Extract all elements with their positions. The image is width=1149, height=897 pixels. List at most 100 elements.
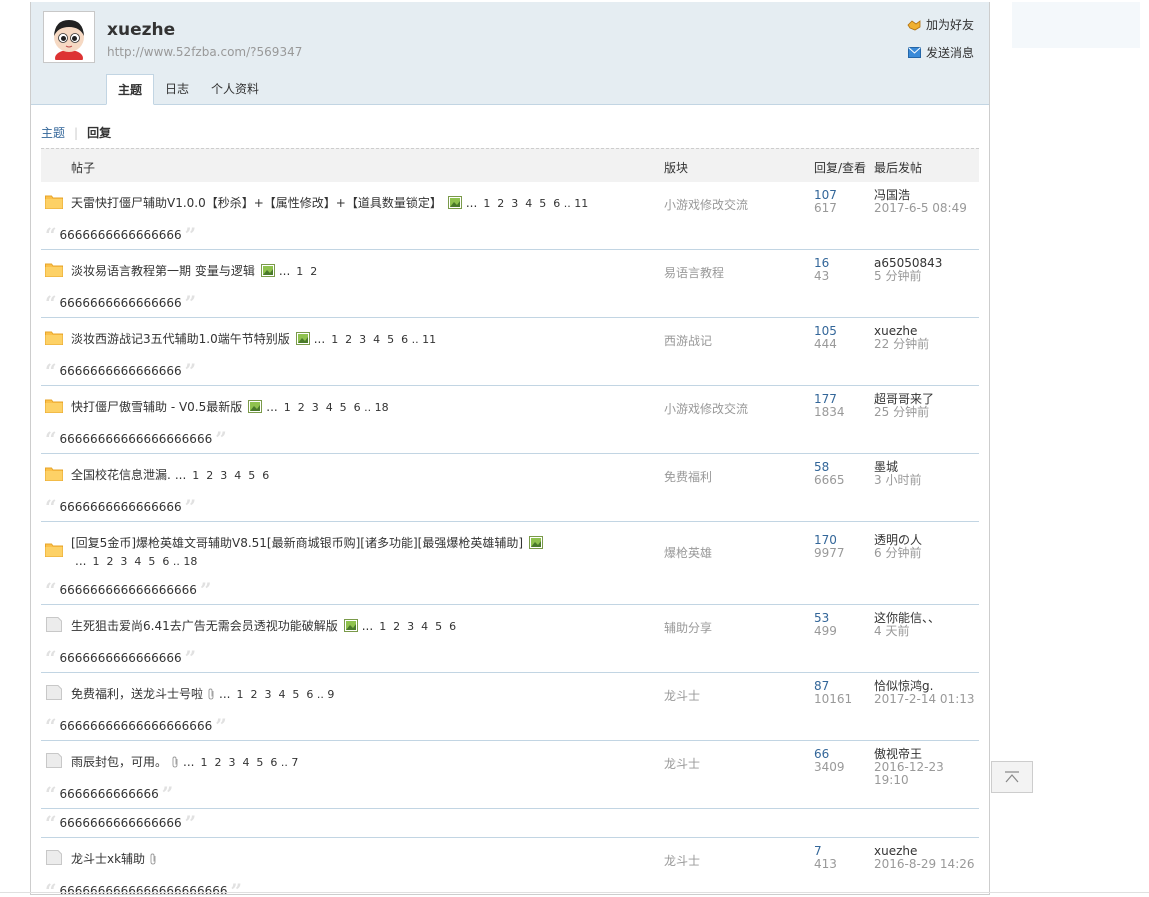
- last-post-time[interactable]: 2016-8-29 14:26: [874, 858, 975, 871]
- reply-view-stats: 170 9977: [814, 534, 845, 560]
- quote-close-icon: ”: [184, 223, 197, 247]
- forum-link[interactable]: 小游戏修改交流: [664, 196, 748, 213]
- last-post: 冯国浩 2017-6-5 08:49: [874, 189, 967, 215]
- thread-main: [回复5金币]爆枪英雄文哥辅助V8.51[最新商城银币购][诸多功能][最强爆枪…: [41, 522, 979, 579]
- last-post-time[interactable]: 22 分钟前: [874, 338, 929, 351]
- last-post-time[interactable]: 3 小时前: [874, 474, 921, 487]
- thread-main: 淡妆西游战记3五代辅助1.0端午节特别版... 1 2 3 4 5 6 .. 11…: [41, 318, 979, 360]
- reply-quote: “66666666666666666666”: [41, 715, 979, 740]
- reply-quote-text[interactable]: 6666666666666666: [60, 500, 182, 514]
- last-post-time[interactable]: 6 分钟前: [874, 547, 922, 560]
- reply-quote-text[interactable]: 666666666666666666: [60, 583, 197, 597]
- last-post-time[interactable]: 2017-6-5 08:49: [874, 202, 967, 215]
- page-links[interactable]: 1 2 3 4 5 6 .. 18: [92, 555, 197, 568]
- reply-quote: “6666666666666666”: [41, 808, 979, 837]
- reply-quote-text[interactable]: 6666666666666666: [60, 816, 182, 830]
- page-links[interactable]: 1 2 3 4 5 6 .. 18: [284, 401, 389, 414]
- thread-title-cell: 生死狙击爱尚6.41去广告无需会员透视功能破解版... 1 2 3 4 5 6: [71, 618, 651, 636]
- thread-title-link[interactable]: 龙斗士xk辅助: [71, 852, 145, 866]
- bottom-divider: [0, 892, 1149, 893]
- thread-title-cell: 天雷快打僵尸辅助V1.0.0【秒杀】+【属性修改】+【道具数量锁定】... 1 2…: [71, 195, 651, 213]
- reply-quote-text[interactable]: 6666666666666: [60, 787, 159, 801]
- add-friend-button[interactable]: 加为好友: [907, 16, 974, 33]
- back-to-top-button[interactable]: [991, 761, 1033, 793]
- thread-title-link[interactable]: 全国校花信息泄漏.: [71, 468, 171, 482]
- thread-title-link[interactable]: [回复5金币]爆枪英雄文哥辅助V8.51[最新商城银币购][诸多功能][最强爆枪…: [71, 536, 523, 550]
- page-links[interactable]: 1 2 3 4 5 6 .. 11: [483, 197, 588, 210]
- tab-topics[interactable]: 主题: [106, 74, 155, 105]
- paperclip-icon: [149, 853, 157, 869]
- thread-title-link[interactable]: 天雷快打僵尸辅助V1.0.0【秒杀】+【属性修改】+【道具数量锁定】: [71, 196, 442, 210]
- reply-view-stats: 7 413: [814, 845, 837, 871]
- last-post: 这你能信、、 4 天前: [874, 612, 940, 638]
- page-ellipsis: ...: [465, 196, 478, 210]
- forum-link[interactable]: 易语言教程: [664, 264, 724, 281]
- last-post-time[interactable]: 4 天前: [874, 625, 940, 638]
- forum-link[interactable]: 龙斗士: [664, 755, 700, 772]
- thread-title-link[interactable]: 淡妆易语言教程第一期 变量与逻辑: [71, 264, 255, 278]
- page-ellipsis: ...: [278, 264, 291, 278]
- forum-link[interactable]: 西游战记: [664, 332, 712, 349]
- user-url[interactable]: http://www.52fzba.com/?569347: [107, 45, 302, 59]
- view-count: 499: [814, 624, 837, 638]
- profile-tabs: 主题 日志 个人资料: [106, 74, 270, 105]
- profile-header: xuezhe http://www.52fzba.com/?569347 加为好…: [31, 2, 989, 105]
- thread-title-cell: [回复5金币]爆枪英雄文哥辅助V8.51[最新商城银币购][诸多功能][最强爆枪…: [71, 535, 651, 570]
- quote-open-icon: “: [45, 578, 57, 602]
- blurred-corner: [1012, 2, 1140, 48]
- page-links[interactable]: 1 2 3 4 5 6: [379, 620, 456, 633]
- header-stats: 回复/查看: [814, 161, 867, 175]
- thread-row: 天雷快打僵尸辅助V1.0.0【秒杀】+【属性修改】+【道具数量锁定】... 1 2…: [41, 182, 979, 250]
- reply-quote-text[interactable]: 6666666666666666: [60, 364, 182, 378]
- reply-quote: “6666666666666”: [41, 783, 979, 808]
- page-links[interactable]: 1 2 3 4 5 6 .. 11: [331, 333, 436, 346]
- reply-quote-text[interactable]: 6666666666666666: [60, 651, 182, 665]
- username: xuezhe: [107, 20, 176, 40]
- quote-close-icon: ”: [184, 811, 197, 835]
- thread-main: 全国校花信息泄漏.... 1 2 3 4 5 6 免费福利 58 6665 墨城 3 小时前: [41, 454, 979, 496]
- thread-title-link[interactable]: 雨辰封包，可用。: [71, 755, 167, 769]
- page-links[interactable]: 1 2: [296, 265, 317, 278]
- thread-title-link[interactable]: 生死狙击爱尚6.41去广告无需会员透视功能破解版: [71, 619, 338, 633]
- reply-quote-text[interactable]: 66666666666666666666: [60, 719, 213, 733]
- tab-profile[interactable]: 个人资料: [200, 74, 270, 105]
- page-ellipsis: ...: [266, 400, 278, 414]
- thread-title-link[interactable]: 淡妆西游战记3五代辅助1.0端午节特别版: [71, 332, 290, 346]
- forum-link[interactable]: 龙斗士: [664, 687, 700, 704]
- quote-close-icon: ”: [215, 427, 227, 451]
- view-count: 9977: [814, 546, 845, 560]
- reply-view-stats: 107 617: [814, 189, 837, 215]
- quote-close-icon: ”: [184, 646, 197, 670]
- forum-link[interactable]: 小游戏修改交流: [664, 400, 748, 417]
- reply-quote-text[interactable]: 6666666666666666: [60, 296, 182, 310]
- page-links[interactable]: 1 2 3 4 5 6 .. 7: [200, 756, 298, 769]
- thread-title-link[interactable]: 免费福利，送龙斗士号啦: [71, 687, 203, 701]
- forum-link[interactable]: 龙斗士: [664, 852, 700, 869]
- last-post-time[interactable]: 2017-2-14 01:13: [874, 693, 975, 706]
- last-post-time[interactable]: 25 分钟前: [874, 406, 934, 419]
- subnav-topics[interactable]: 主题: [41, 124, 65, 141]
- thread-title-link[interactable]: 快打僵尸傲雪辅助 - V0.5最新版: [71, 400, 242, 414]
- reply-quote-text[interactable]: 6666666666666666666666: [60, 884, 228, 894]
- quote-close-icon: ”: [184, 495, 197, 519]
- reply-quote-text[interactable]: 66666666666666666666: [60, 432, 213, 446]
- reply-view-stats: 105 444: [814, 325, 837, 351]
- forum-link[interactable]: 辅助分享: [664, 619, 712, 636]
- thread-row: 快打僵尸傲雪辅助 - V0.5最新版... 1 2 3 4 5 6 .. 18 小游…: [41, 386, 979, 454]
- subnav-replies[interactable]: 回复: [87, 124, 111, 141]
- header-post: 帖子: [71, 161, 96, 175]
- tab-blog[interactable]: 日志: [154, 74, 200, 105]
- thread-row: 雨辰封包，可用。... 1 2 3 4 5 6 .. 7 龙斗士 66 3409 傲视帝王…: [41, 741, 979, 838]
- last-post-time[interactable]: 5 分钟前: [874, 270, 942, 283]
- page-links[interactable]: 1 2 3 4 5 6 .. 9: [236, 688, 334, 701]
- image-attachment-icon: [295, 332, 310, 349]
- page-links[interactable]: 1 2 3 4 5 6: [192, 469, 269, 482]
- reply-quote-text[interactable]: 6666666666666666: [60, 228, 182, 242]
- send-message-button[interactable]: 发送消息: [907, 44, 974, 61]
- page-ellipsis: ...: [174, 468, 187, 482]
- forum-link[interactable]: 爆枪英雄: [664, 544, 712, 561]
- avatar[interactable]: [43, 11, 95, 63]
- quote-close-icon: ”: [199, 578, 212, 602]
- reply-view-stats: 53 499: [814, 612, 837, 638]
- forum-link[interactable]: 免费福利: [664, 468, 712, 485]
